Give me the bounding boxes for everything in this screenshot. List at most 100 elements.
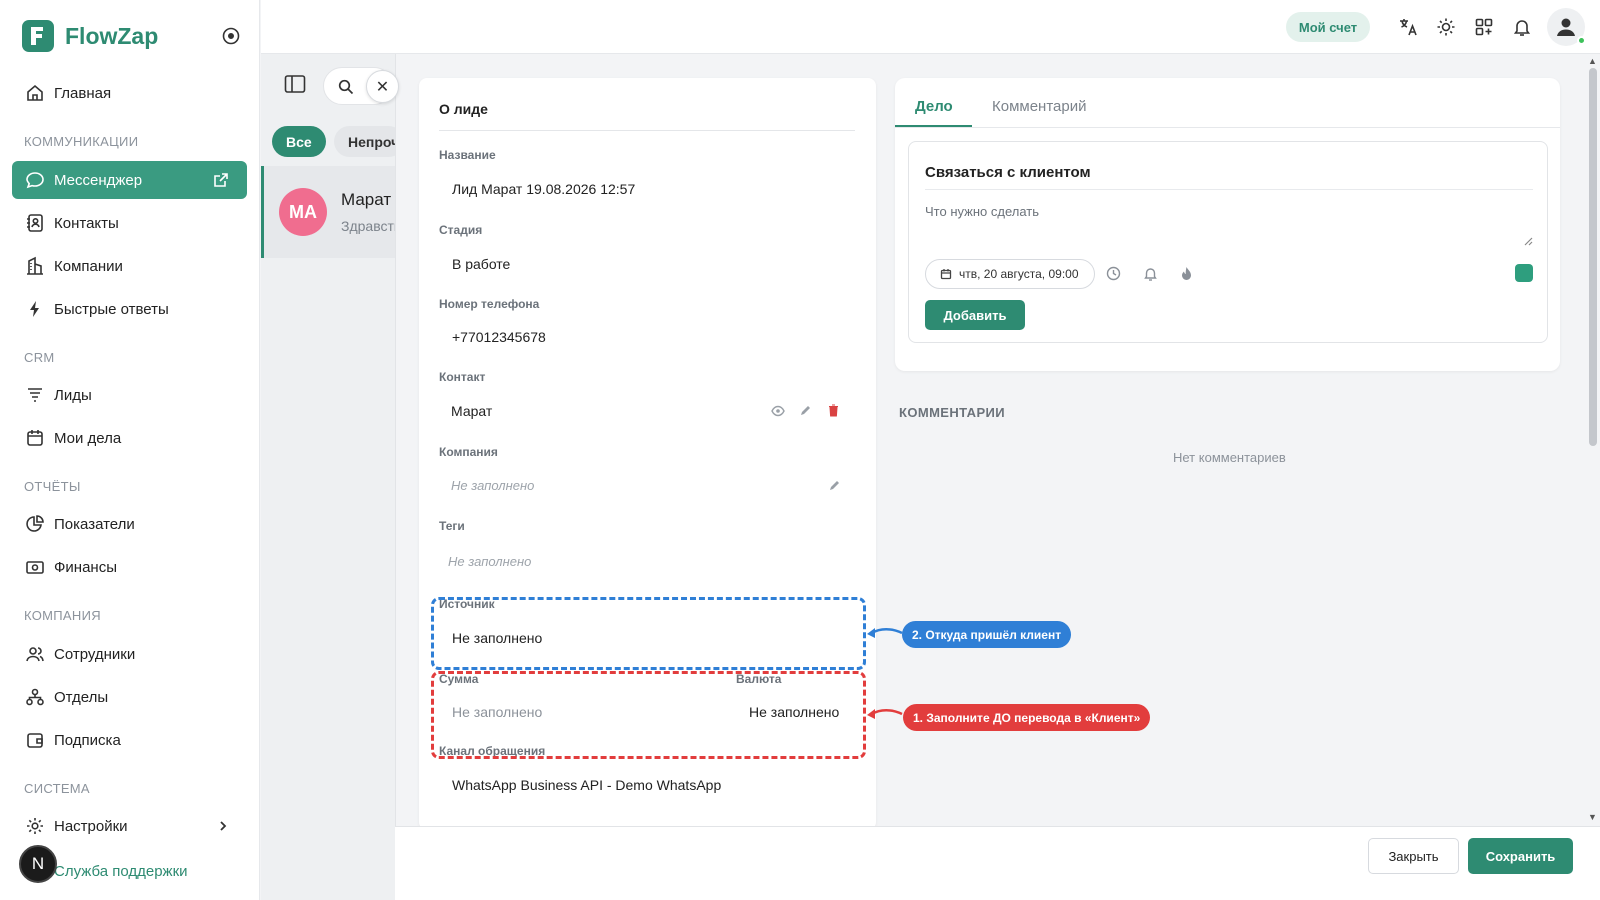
sidebar: FlowZap Главная КОММУНИКАЦИИ Мессенджер … — [0, 0, 260, 900]
close-modal-button[interactable]: ✕ — [366, 70, 399, 103]
field-value-phone[interactable]: +77012345678 — [452, 329, 546, 345]
sidebar-item-quick-replies[interactable]: Быстрые ответы — [12, 290, 247, 328]
logo-icon — [22, 20, 54, 52]
building-icon — [25, 256, 45, 276]
section-communications: КОММУНИКАЦИИ — [24, 134, 139, 149]
annotation-badge-amount: 1. Заполните ДО перевода в «Клиент» — [903, 704, 1151, 731]
divider — [925, 189, 1533, 190]
section-system: СИСТЕМА — [24, 781, 90, 796]
sidebar-item-label: Отделы — [54, 688, 109, 706]
user-icon — [1557, 18, 1575, 36]
sidebar-item-messenger[interactable]: Мессенджер — [12, 161, 247, 199]
annotation-badge-source: 2. Откуда пришёл клиент — [902, 621, 1072, 648]
profile-avatar[interactable] — [1547, 8, 1586, 46]
task-color-swatch[interactable] — [1515, 264, 1533, 282]
user-avatar[interactable]: N — [19, 845, 57, 883]
field-value-name[interactable]: Лид Марат 19.08.2026 12:57 — [452, 181, 635, 197]
trash-icon[interactable] — [828, 404, 839, 417]
sun-theme-icon[interactable] — [1436, 17, 1456, 37]
scrollbar-thumb[interactable] — [1589, 68, 1597, 446]
sidebar-item-departments[interactable]: Отделы — [12, 678, 247, 716]
sidebar-item-subscription[interactable]: Подписка — [12, 721, 247, 759]
scroll-down-arrow-icon[interactable]: ▼ — [1588, 812, 1597, 822]
filter-funnel-icon — [25, 385, 45, 405]
sidebar-item-companies[interactable]: Компании — [12, 247, 247, 285]
sidebar-item-label: Мои дела — [54, 429, 122, 447]
save-button[interactable]: Сохранить — [1468, 838, 1573, 874]
sidebar-item-label: Финансы — [54, 558, 117, 576]
sidebar-item-label: Главная — [54, 84, 112, 102]
field-value-company[interactable]: Не заполнено — [451, 478, 534, 493]
chat-contact-name: Марат — [341, 190, 392, 209]
sidebar-item-label: Контакты — [54, 214, 119, 232]
home-icon — [25, 83, 45, 103]
source-highlight-frame — [431, 597, 866, 670]
gear-icon — [25, 816, 45, 836]
lead-card-title: О лиде — [439, 101, 488, 117]
scroll-up-arrow-icon[interactable]: ▲ — [1588, 56, 1597, 66]
due-date-value: чтв, 20 августа, 09:00 — [959, 267, 1079, 281]
translate-icon[interactable] — [1398, 17, 1418, 37]
task-editor: Связаться с клиентом Что нужно сделать ч… — [908, 141, 1548, 343]
calendar-icon — [25, 428, 45, 448]
sidebar-item-label: Служба поддержки — [54, 862, 188, 880]
sidebar-item-label: Мессенджер — [54, 171, 143, 189]
task-title-input[interactable]: Связаться с клиентом — [925, 164, 1091, 181]
lightning-icon — [25, 299, 45, 319]
pencil-icon[interactable] — [828, 479, 841, 492]
logo[interactable]: FlowZap — [22, 20, 158, 52]
resize-handle-icon[interactable] — [1524, 237, 1533, 246]
field-value-tags[interactable]: Не заполнено — [448, 554, 531, 569]
close-button[interactable]: Закрыть — [1368, 838, 1459, 874]
eye-icon[interactable] — [771, 405, 785, 417]
filter-all-chip[interactable]: Все — [272, 126, 326, 157]
field-value-stage[interactable]: В работе — [452, 256, 510, 272]
users-icon — [25, 644, 45, 664]
apps-grid-icon[interactable] — [1474, 17, 1494, 37]
field-value-contact[interactable]: Марат — [451, 403, 492, 419]
divider — [439, 130, 855, 131]
section-company: КОМПАНИЯ — [24, 608, 101, 623]
task-description-input[interactable]: Что нужно сделать — [925, 204, 1039, 219]
add-task-button[interactable]: Добавить — [925, 300, 1025, 330]
field-label-tags: Теги — [439, 519, 465, 533]
amount-highlight-frame — [431, 671, 866, 759]
chevron-right-icon — [217, 820, 229, 832]
pie-chart-icon — [25, 514, 45, 534]
org-chart-icon — [25, 687, 45, 707]
tabs-divider — [895, 127, 1560, 128]
sidebar-item-my-tasks[interactable]: Мои дела — [12, 419, 247, 457]
sidebar-item-home[interactable]: Главная — [12, 74, 247, 112]
sidebar-item-label: Сотрудники — [54, 645, 136, 663]
toggle-panel-icon[interactable] — [284, 74, 306, 94]
sidebar-item-label: Компании — [54, 257, 123, 275]
bell-icon[interactable] — [1512, 17, 1532, 37]
field-label-company: Компания — [439, 445, 498, 459]
sidebar-item-metrics[interactable]: Показатели — [12, 505, 247, 543]
filter-unread-chip[interactable]: Непрочитанные — [334, 126, 404, 157]
chat-list-item[interactable]: MA Марат Здравствуйте — [261, 166, 395, 258]
clock-icon[interactable] — [1106, 266, 1121, 281]
sidebar-item-employees[interactable]: Сотрудники — [12, 635, 247, 673]
task-card: Дело Комментарий Связаться с клиентом Чт… — [895, 78, 1560, 371]
priority-flame-icon[interactable] — [1180, 266, 1193, 281]
annotation-arrow-red — [867, 709, 903, 719]
wallet-icon — [25, 730, 45, 750]
sidebar-item-contacts[interactable]: Контакты — [12, 204, 247, 242]
field-value-channel[interactable]: WhatsApp Business API - Demo WhatsApp — [452, 777, 721, 793]
sidebar-item-settings[interactable]: Настройки — [12, 807, 247, 845]
sidebar-item-finance[interactable]: Финансы — [12, 548, 247, 586]
reminder-bell-icon[interactable] — [1143, 266, 1158, 281]
section-reports: ОТЧЁТЫ — [24, 479, 81, 494]
due-date-picker[interactable]: чтв, 20 августа, 09:00 — [925, 259, 1095, 289]
app-name: FlowZap — [65, 22, 159, 49]
pencil-icon[interactable] — [799, 404, 812, 417]
tab-comment[interactable]: Комментарий — [992, 98, 1086, 115]
external-link-icon[interactable] — [213, 172, 229, 188]
my-account-button[interactable]: Мой счет — [1286, 12, 1370, 42]
pin-sidebar-icon[interactable] — [222, 27, 240, 45]
comments-heading: КОММЕНТАРИИ — [899, 405, 1006, 420]
tab-task[interactable]: Дело — [915, 98, 953, 115]
sidebar-item-leads[interactable]: Лиды — [12, 376, 247, 414]
sidebar-item-label: Показатели — [54, 515, 135, 533]
